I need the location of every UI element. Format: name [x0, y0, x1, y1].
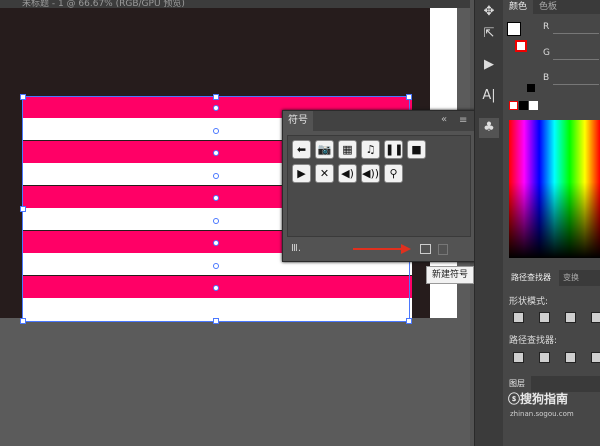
tab-swatches[interactable]: 色板	[539, 0, 557, 14]
tab-color[interactable]: 颜色	[503, 0, 533, 14]
delete-symbol-icon[interactable]	[438, 244, 448, 255]
stroke-swatch[interactable]	[515, 40, 527, 52]
channel-r-slider[interactable]	[553, 33, 599, 34]
tooltip: 新建符号	[426, 266, 474, 284]
minus-front-icon[interactable]	[539, 312, 550, 323]
anchor-point	[213, 263, 219, 269]
resize-handle-s[interactable]	[213, 318, 219, 324]
symbol-library-grid: ⬅ 📷 ▦ ♫ ❚❚ ■ ▶ ✕ ◀) ◀)) ⚲	[287, 135, 471, 237]
right-panel: 颜色 色板 R G B 路径查找器 变换 形状模式: 路径查找器: 图层	[503, 0, 600, 446]
camera-icon[interactable]: 📷	[315, 140, 334, 159]
resize-handle-ne[interactable]	[406, 94, 412, 100]
symbols-panel: 符号 « ≡ ⬅ 📷 ▦ ♫ ❚❚ ■ ▶ ✕ ◀) ◀)) ⚲ Ⅲ.	[282, 110, 476, 262]
anchor-point	[213, 240, 219, 246]
tab-transform[interactable]: 变换	[563, 270, 579, 286]
resize-handle-w[interactable]	[20, 206, 26, 212]
resize-handle-nw[interactable]	[20, 94, 26, 100]
symbol-libraries-icon[interactable]: Ⅲ.	[291, 243, 301, 254]
resize-handle-n[interactable]	[213, 94, 219, 100]
anchor-point	[213, 285, 219, 291]
symbols-panel-header[interactable]: 符号 « ≡	[283, 111, 475, 131]
play-icon[interactable]: ▶	[292, 164, 311, 183]
anchor-point	[213, 105, 219, 111]
tab-pathfinder[interactable]: 路径查找器	[503, 270, 559, 286]
mute-icon[interactable]: ✕	[315, 164, 334, 183]
panel-icon-strip: ✥ ⇱ ▶ A| ♣	[474, 0, 503, 446]
anchor-point	[213, 173, 219, 179]
channel-g-slider[interactable]	[553, 59, 599, 60]
anchor-point	[213, 128, 219, 134]
volume-high-icon[interactable]: ◀))	[361, 164, 380, 183]
trim-icon[interactable]	[539, 352, 550, 363]
resize-handle-sw[interactable]	[20, 318, 26, 324]
channel-b-slider[interactable]	[553, 84, 599, 85]
channel-g-label: G	[543, 48, 550, 58]
pathfinder-panel-tabs: 路径查找器 变换	[503, 270, 600, 286]
anchor-point	[213, 218, 219, 224]
symbols-panel-footer: Ⅲ.	[283, 241, 475, 261]
pathfinders-label: 路径查找器:	[509, 336, 558, 346]
unite-icon[interactable]	[513, 312, 524, 323]
export-icon[interactable]: ⇱	[479, 24, 499, 44]
fill-swatch[interactable]	[507, 22, 521, 36]
divide-icon[interactable]	[513, 352, 524, 363]
crop-icon[interactable]	[591, 352, 600, 363]
arrow-left-icon[interactable]: ⬅	[292, 140, 311, 159]
anchor-point	[213, 150, 219, 156]
new-symbol-button[interactable]	[420, 244, 431, 254]
color-spectrum[interactable]	[509, 120, 600, 258]
white-quick-swatch[interactable]	[529, 101, 538, 110]
search-icon[interactable]: ⚲	[384, 164, 403, 183]
brush-icon[interactable]: ✥	[479, 2, 499, 22]
symbols-tab[interactable]: 符号	[283, 111, 313, 131]
channel-b-label: B	[543, 73, 550, 83]
none-swatch[interactable]	[509, 101, 518, 110]
document-tab-bar: 未标题 - 1 @ 66.67% (RGB/GPU 预览)	[0, 0, 470, 9]
symbols-icon[interactable]: ♣	[479, 118, 499, 138]
shape-modes-label: 形状模式:	[509, 297, 549, 307]
stop-icon[interactable]: ■	[407, 140, 426, 159]
red-arrow-head	[401, 244, 411, 254]
resize-handle-se[interactable]	[406, 318, 412, 324]
watermark-logo: ⓢ搜狗指南	[508, 392, 569, 406]
film-icon[interactable]: ▦	[338, 140, 357, 159]
merge-icon[interactable]	[565, 352, 576, 363]
red-arrow-annotation	[353, 248, 403, 250]
black-quick-swatch[interactable]	[519, 101, 528, 110]
pause-icon[interactable]: ❚❚	[384, 140, 403, 159]
volume-low-icon[interactable]: ◀)	[338, 164, 357, 183]
music-icon[interactable]: ♫	[361, 140, 380, 159]
character-icon[interactable]: A|	[479, 86, 499, 106]
panel-menu-icon[interactable]: ≡	[459, 115, 467, 126]
color-panel-tabs: 颜色 色板	[503, 0, 600, 14]
actions-icon[interactable]: ▶	[479, 55, 499, 75]
anchor-point	[213, 195, 219, 201]
intersect-icon[interactable]	[565, 312, 576, 323]
exclude-icon[interactable]	[591, 312, 600, 323]
black-swatch[interactable]	[527, 84, 535, 92]
channel-r-label: R	[543, 22, 550, 32]
watermark-url: zhinan.sogou.com	[510, 410, 574, 418]
collapse-icon[interactable]: «	[441, 114, 447, 125]
